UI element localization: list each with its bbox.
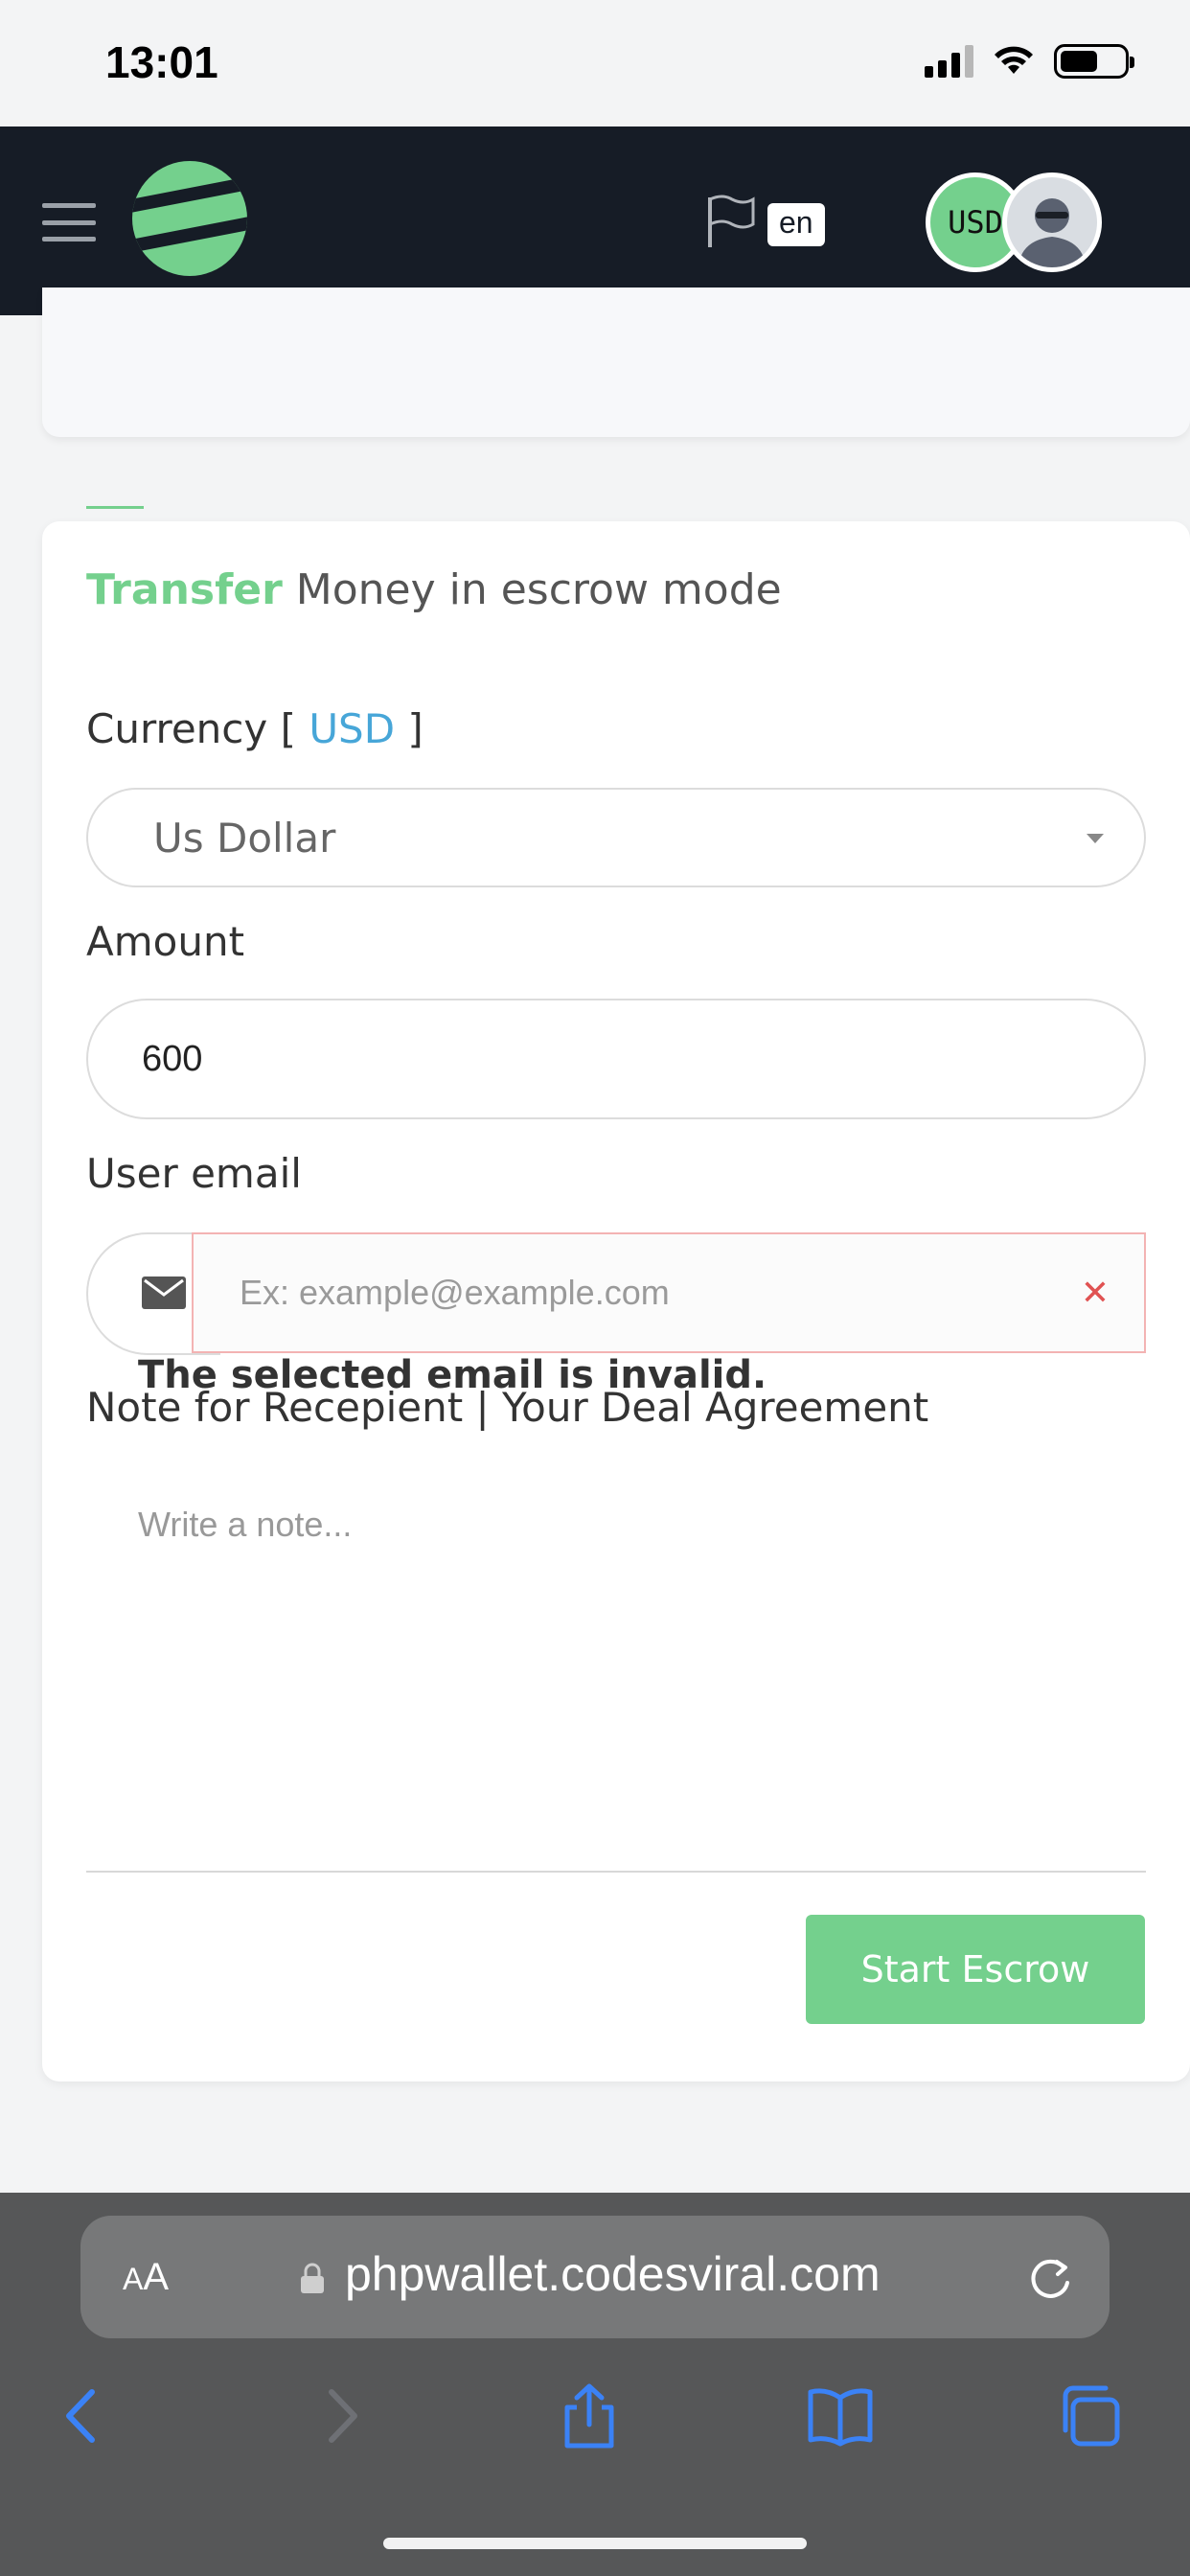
flag-icon[interactable] bbox=[705, 194, 757, 249]
browser-toolbar: AA phpwallet.codesviral.com bbox=[0, 2193, 1190, 2576]
currency-label-end: ] bbox=[395, 705, 423, 752]
status-time: 13:01 bbox=[105, 37, 218, 87]
user-avatar-icon bbox=[1018, 198, 1086, 267]
home-indicator[interactable] bbox=[383, 2538, 807, 2549]
currency-label-text: Currency [ bbox=[86, 705, 309, 752]
chevron-down-icon bbox=[1087, 834, 1104, 843]
note-textarea[interactable]: Write a note... bbox=[86, 1470, 1146, 1873]
envelope-icon bbox=[142, 1276, 186, 1309]
wifi-icon bbox=[995, 46, 1033, 74]
previous-card bbox=[42, 288, 1190, 437]
aa-large: A bbox=[143, 2256, 170, 2298]
share-icon[interactable] bbox=[556, 2382, 623, 2450]
currency-selected-value: Us Dollar bbox=[153, 814, 336, 862]
email-label: User email bbox=[86, 1150, 302, 1197]
status-bar: 13:01 bbox=[0, 0, 1190, 126]
aa-small: A bbox=[123, 2262, 144, 2296]
url-text: phpwallet.codesviral.com bbox=[345, 2247, 881, 2301]
start-escrow-button[interactable]: Start Escrow bbox=[806, 1915, 1145, 2024]
status-icons bbox=[925, 44, 1134, 79]
clear-icon[interactable]: ✕ bbox=[1081, 1276, 1110, 1311]
currency-label: Currency [ USD ] bbox=[86, 705, 423, 752]
form-title-rest: Money in escrow mode bbox=[282, 565, 782, 614]
hamburger-menu-icon[interactable] bbox=[42, 203, 96, 242]
tabs-icon[interactable] bbox=[1056, 2382, 1123, 2450]
form-title-highlight: Transfer bbox=[86, 565, 283, 614]
battery-icon bbox=[1054, 44, 1134, 79]
user-avatar[interactable] bbox=[1002, 172, 1102, 272]
email-input[interactable]: Ex: example@example.com bbox=[192, 1232, 1146, 1353]
back-icon[interactable] bbox=[50, 2382, 117, 2450]
escrow-form-card: Transfer Money in escrow mode Currency [… bbox=[42, 521, 1190, 2082]
form-title: Transfer Money in escrow mode bbox=[86, 565, 782, 614]
reload-icon[interactable] bbox=[1025, 2254, 1075, 2304]
email-input-group: Ex: example@example.com ✕ bbox=[86, 1232, 1146, 1355]
bookmarks-icon[interactable] bbox=[807, 2382, 874, 2450]
currency-code: USD bbox=[309, 705, 396, 752]
app-logo[interactable] bbox=[130, 159, 249, 278]
address-bar[interactable]: AA phpwallet.codesviral.com bbox=[80, 2216, 1110, 2338]
language-badge[interactable]: en bbox=[767, 203, 825, 246]
reader-settings-button[interactable]: AA bbox=[123, 2256, 169, 2299]
currency-select[interactable]: Us Dollar bbox=[86, 788, 1146, 887]
note-label: Note for Recepient | Your Deal Agreement bbox=[86, 1384, 929, 1431]
amount-input[interactable]: 600 bbox=[86, 999, 1146, 1119]
cellular-signal-icon bbox=[925, 45, 973, 78]
forward-icon[interactable] bbox=[307, 2382, 374, 2450]
lock-icon bbox=[301, 2263, 324, 2293]
section-accent-line bbox=[86, 506, 144, 509]
amount-label: Amount bbox=[86, 918, 245, 965]
